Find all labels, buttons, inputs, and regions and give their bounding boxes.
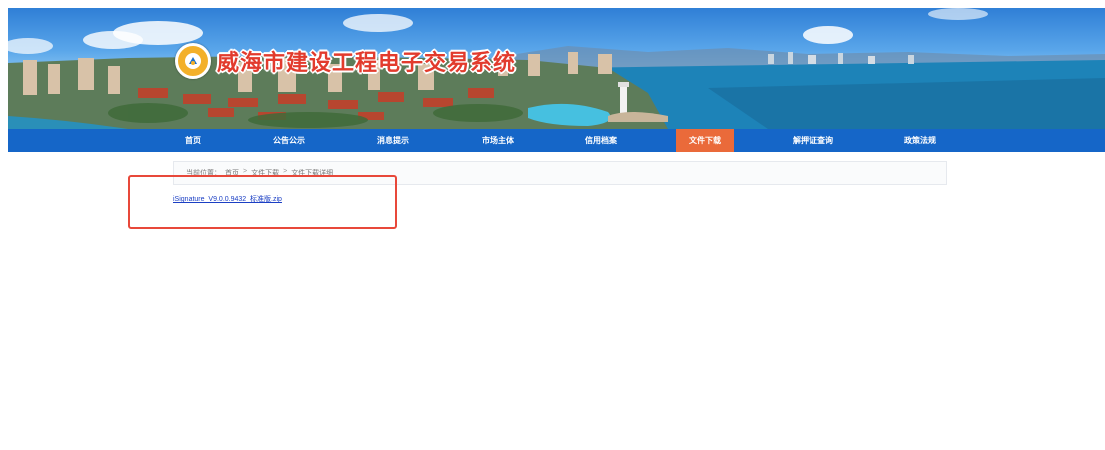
- site-logo[interactable]: 威海市建设工程电子交易系统: [175, 43, 516, 79]
- nav-item-home[interactable]: 首页: [175, 129, 211, 152]
- logo-emblem-icon: [175, 43, 211, 79]
- annotation-highlight-box: [128, 175, 397, 229]
- nav-item-market-entities[interactable]: 市场主体: [472, 129, 524, 152]
- header-banner: 威海市建设工程电子交易系统: [8, 8, 1105, 129]
- nav-item-messages[interactable]: 消息提示: [367, 129, 419, 152]
- nav-item-announcements[interactable]: 公告公示: [263, 129, 315, 152]
- nav-item-file-download[interactable]: 文件下载: [676, 129, 734, 152]
- nav-item-credit-records[interactable]: 信用档案: [575, 129, 627, 152]
- main-nav: 首页 公告公示 消息提示 市场主体 信用档案 文件下载 解押证查询 政策法规: [8, 129, 1105, 152]
- nav-item-policies[interactable]: 政策法规: [894, 129, 946, 152]
- nav-item-pledge-query[interactable]: 解押证查询: [783, 129, 843, 152]
- city-coastline-image: [8, 8, 1105, 129]
- site-title: 威海市建设工程电子交易系统: [217, 51, 517, 76]
